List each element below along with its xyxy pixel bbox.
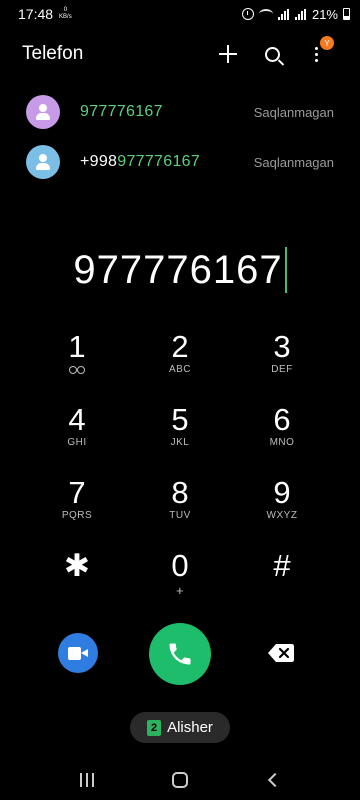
key-letters: WXYZ [266,510,298,521]
key-letters: ABC [168,364,192,375]
backspace-button[interactable] [266,640,296,666]
wifi-icon [258,9,273,19]
recents-icon [79,773,94,787]
header-actions: Y [206,36,338,72]
network-speed-unit: KB/s [59,14,72,20]
key-digit: # [273,548,291,583]
key-digit: 6 [273,402,291,437]
key-digit: ✱ [64,548,90,583]
suggestion-status: Saqlanmagan [253,104,334,120]
video-call-icon [68,646,88,660]
back-button[interactable] [251,762,295,798]
video-call-button[interactable] [58,633,98,673]
key-8[interactable]: 8 TUV [135,476,225,540]
key-digit: 8 [171,475,189,510]
call-button[interactable] [149,623,211,685]
key-digit: 1 [68,329,86,364]
number-match: 977776167 [80,103,163,120]
plus-icon [219,45,237,63]
signal-icon-sim2 [294,8,307,20]
sim-selector[interactable]: 2 Alisher [130,712,230,743]
voicemail-icon [69,366,85,374]
key-letters: MNO [269,437,295,448]
sim-card-icon: 2 [147,719,162,736]
key-0[interactable]: 0 + [135,549,225,613]
suggestion-number: 977776167 [80,103,163,121]
person-icon [35,104,51,120]
key-letters: TUV [169,510,191,521]
key-letters: JKL [170,437,190,448]
key-digit: 5 [171,402,189,437]
key-3[interactable]: 3 DEF [237,330,327,394]
navigation-bar [0,760,360,800]
number-prefix: +998 [80,153,118,170]
recents-button[interactable] [65,762,109,798]
key-1[interactable]: 1 [32,330,122,394]
key-letters: GHI [67,437,87,448]
key-letters: + [175,583,185,598]
more-vert-icon [314,46,318,62]
status-icons: 21% [241,6,350,22]
key-digit: 4 [68,402,86,437]
search-button[interactable] [250,36,294,72]
notification-badge: Y [320,36,334,50]
person-icon [35,154,51,170]
more-options-button[interactable]: Y [294,36,338,72]
battery-icon [343,8,350,20]
key-letters: PQRS [61,510,93,521]
key-digit: 2 [171,329,189,364]
key-4[interactable]: 4 GHI [32,403,122,467]
text-cursor [284,247,287,293]
phone-icon [169,643,191,665]
search-icon [264,46,280,62]
home-button[interactable] [158,762,202,798]
signal-icon [277,8,290,20]
status-time: 17:48 [18,6,54,22]
backspace-icon [268,644,294,662]
back-icon [268,772,283,788]
alarm-icon [241,8,254,20]
key-9[interactable]: 9 WXYZ [237,476,327,540]
key-letters: DEF [271,364,293,375]
suggestion-status: Saqlanmagan [253,154,334,170]
suggestion-number: +998977776167 [80,153,200,171]
app-header: Telefon Y [0,36,360,72]
avatar [26,95,60,129]
sim-name: Alisher [167,719,213,736]
dialed-number: 977776167 [73,247,283,292]
add-contact-button[interactable] [206,36,250,72]
key-7[interactable]: 7 PQRS [32,476,122,540]
key-digit: 0 [171,548,189,583]
battery-percent: 21% [311,6,338,22]
page-title: Telefon [22,43,84,64]
key-digit: 7 [68,475,86,510]
key-digit: 3 [273,329,291,364]
key-6[interactable]: 6 MNO [237,403,327,467]
key-2[interactable]: 2 ABC [135,330,225,394]
key-digit: 9 [273,475,291,510]
key-star[interactable]: ✱ [32,549,122,613]
number-match: 977776167 [117,153,201,170]
network-speed-value: 0 [63,7,68,13]
key-hash[interactable]: # [237,549,327,613]
key-5[interactable]: 5 JKL [135,403,225,467]
dialed-number-field[interactable]: 977776167 [0,240,360,300]
suggestion-item[interactable]: +998977776167 Saqlanmagan [0,140,360,184]
suggestion-item[interactable]: 977776167 Saqlanmagan [0,90,360,134]
status-bar: 17:48 0 KB/s 21% [0,0,360,28]
home-icon [171,772,188,788]
avatar [26,145,60,179]
network-speed: 0 KB/s [59,7,72,21]
